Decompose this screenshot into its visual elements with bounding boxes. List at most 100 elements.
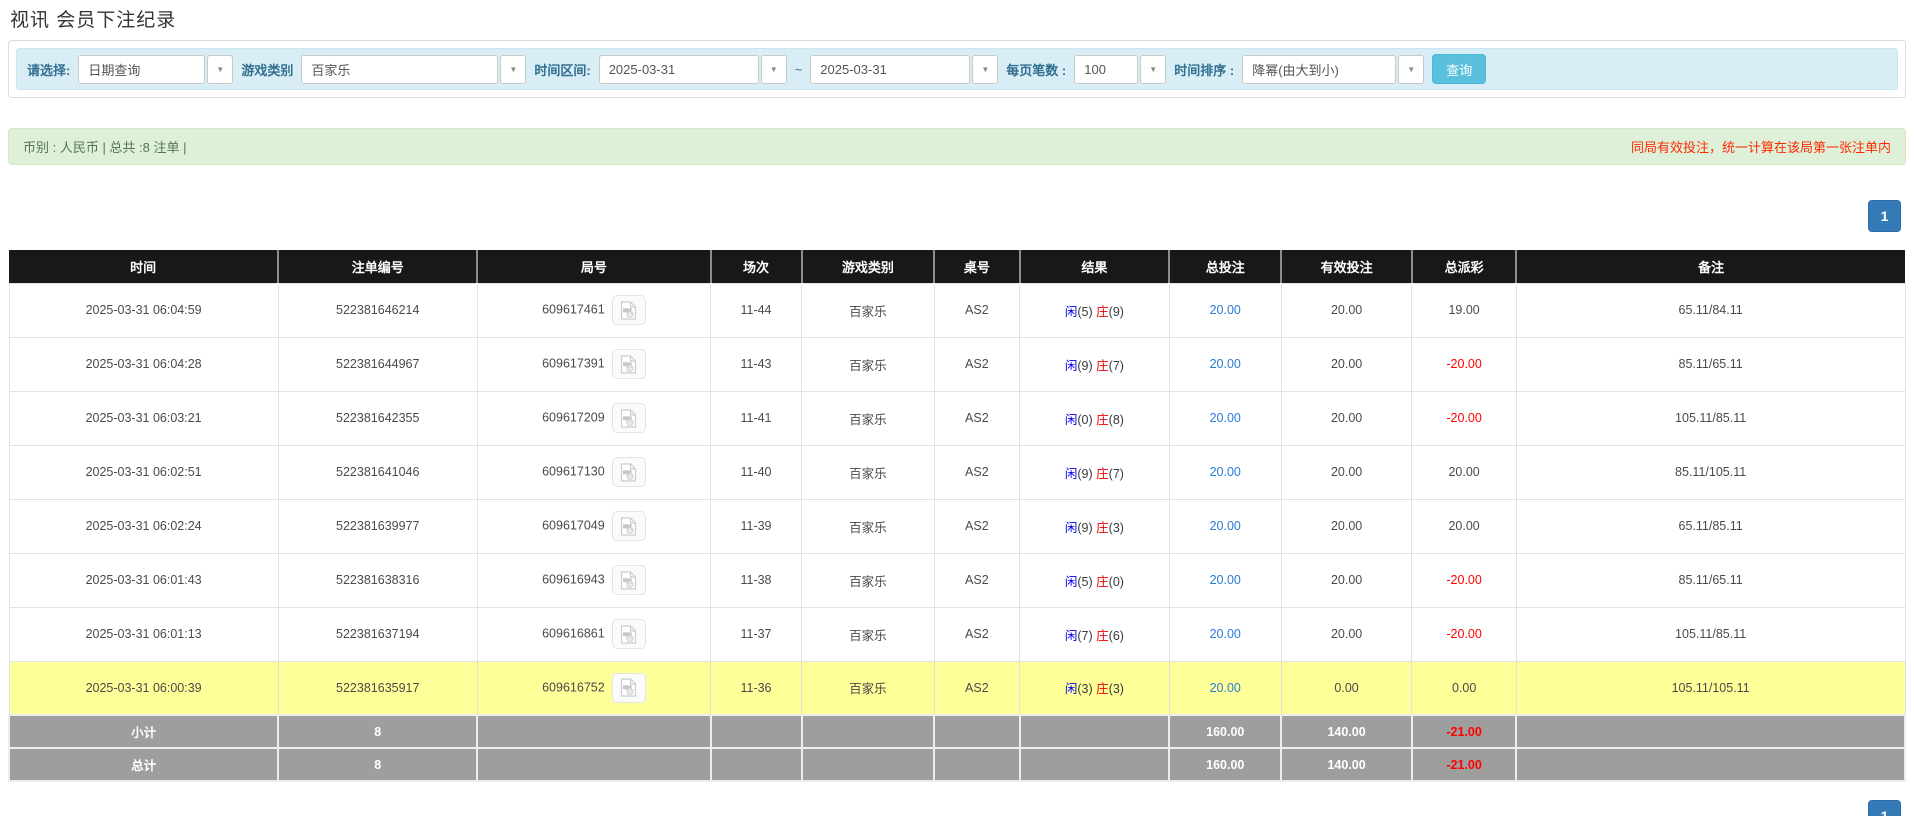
date-from-select[interactable]: 2025-03-31 ▼ xyxy=(599,55,787,84)
result-banker-label: 庄 xyxy=(1096,359,1109,373)
cell-result: 闲(9) 庄(3) xyxy=(1020,499,1170,553)
video-file-icon xyxy=(620,625,637,644)
cell-valid-bet: 20.00 xyxy=(1281,607,1412,661)
result-player-score: (7) xyxy=(1077,629,1092,643)
cell-bet-id: 522381642355 xyxy=(278,391,477,445)
cell-payout: 20.00 xyxy=(1412,445,1516,499)
total-bet-link[interactable]: 20.00 xyxy=(1210,357,1241,371)
result-player-label: 闲 xyxy=(1065,359,1078,373)
cell-table-no: AS2 xyxy=(934,661,1019,715)
cell-valid-bet: 0.00 xyxy=(1281,661,1412,715)
video-replay-button[interactable] xyxy=(612,295,646,325)
cell-result: 闲(3) 庄(3) xyxy=(1020,661,1170,715)
video-replay-button[interactable] xyxy=(612,565,646,595)
total-bet-link[interactable]: 20.00 xyxy=(1210,411,1241,425)
time-sort-select[interactable]: 降幂(由大到小) ▼ xyxy=(1242,55,1424,84)
chevron-down-icon[interactable]: ▼ xyxy=(1140,55,1166,84)
cell-remark: 105.11/105.11 xyxy=(1516,661,1905,715)
chevron-down-icon[interactable]: ▼ xyxy=(1398,55,1424,84)
total-bet-link[interactable]: 20.00 xyxy=(1210,573,1241,587)
total-bet-link[interactable]: 20.00 xyxy=(1210,303,1241,317)
video-file-icon xyxy=(620,409,637,428)
game-type-label: 游戏类别 xyxy=(241,60,293,79)
column-header: 总派彩 xyxy=(1412,250,1516,283)
total-valid-bet: 140.00 xyxy=(1281,748,1412,781)
chevron-down-icon[interactable]: ▼ xyxy=(207,55,233,84)
cell-payout: 0.00 xyxy=(1412,661,1516,715)
chevron-down-icon[interactable]: ▼ xyxy=(500,55,526,84)
result-banker-score: (3) xyxy=(1109,521,1124,535)
cell-result: 闲(5) 庄(9) xyxy=(1020,283,1170,337)
date-to-value: 2025-03-31 xyxy=(810,55,970,84)
cell-time: 2025-03-31 06:03:21 xyxy=(9,391,278,445)
query-type-select[interactable]: 日期查询 ▼ xyxy=(78,55,233,84)
cell-table-no: AS2 xyxy=(934,607,1019,661)
cell-game-type: 百家乐 xyxy=(802,283,935,337)
round-number: 609617049 xyxy=(542,518,605,532)
video-replay-button[interactable] xyxy=(612,403,646,433)
cell-session: 11-43 xyxy=(711,337,802,391)
cell-total-bet: 20.00 xyxy=(1169,445,1281,499)
cell-payout: -20.00 xyxy=(1412,391,1516,445)
video-file-icon xyxy=(620,301,637,320)
result-banker-score: (9) xyxy=(1109,305,1124,319)
column-header: 桌号 xyxy=(934,250,1019,283)
round-number: 609616752 xyxy=(542,680,605,694)
cell-valid-bet: 20.00 xyxy=(1281,391,1412,445)
page-root: 视讯 会员下注纪录 请选择: 日期查询 ▼ 游戏类别 百家乐 ▼ 时间区间: 2… xyxy=(0,0,1914,816)
video-replay-button[interactable] xyxy=(612,457,646,487)
cell-bet-id: 522381646214 xyxy=(278,283,477,337)
cell-bet-id: 522381639977 xyxy=(278,499,477,553)
empty xyxy=(1516,715,1905,748)
empty xyxy=(802,715,935,748)
cell-time: 2025-03-31 06:04:59 xyxy=(9,283,278,337)
round-number: 609616861 xyxy=(542,626,605,640)
column-header: 总投注 xyxy=(1169,250,1281,283)
empty xyxy=(802,748,935,781)
cell-table-no: AS2 xyxy=(934,391,1019,445)
pagination-page-1-bottom[interactable]: 1 xyxy=(1868,800,1901,816)
result-player-label: 闲 xyxy=(1065,305,1078,319)
game-type-select[interactable]: 百家乐 ▼ xyxy=(301,55,526,84)
video-replay-button[interactable] xyxy=(612,349,646,379)
cell-table-no: AS2 xyxy=(934,445,1019,499)
empty xyxy=(477,748,710,781)
chevron-down-icon[interactable]: ▼ xyxy=(761,55,787,84)
currency-total-text: 币别 : 人民币 | 总共 :8 注单 | xyxy=(23,137,187,156)
cell-remark: 85.11/105.11 xyxy=(1516,445,1905,499)
column-header: 结果 xyxy=(1020,250,1170,283)
cell-remark: 85.11/65.11 xyxy=(1516,553,1905,607)
cell-session: 11-40 xyxy=(711,445,802,499)
cell-table-no: AS2 xyxy=(934,283,1019,337)
video-replay-button[interactable] xyxy=(612,619,646,649)
per-page-select[interactable]: 100 ▼ xyxy=(1074,55,1166,84)
subtotal-payout: -21.00 xyxy=(1412,715,1516,748)
cell-table-no: AS2 xyxy=(934,337,1019,391)
result-player-label: 闲 xyxy=(1065,521,1078,535)
video-replay-button[interactable] xyxy=(612,673,646,703)
cell-time: 2025-03-31 06:04:28 xyxy=(9,337,278,391)
result-player-score: (3) xyxy=(1077,682,1092,696)
cell-total-bet: 20.00 xyxy=(1169,607,1281,661)
cell-session: 11-39 xyxy=(711,499,802,553)
query-type-value: 日期查询 xyxy=(78,55,205,84)
chevron-down-icon[interactable]: ▼ xyxy=(972,55,998,84)
date-to-select[interactable]: 2025-03-31 ▼ xyxy=(810,55,998,84)
total-bet-link[interactable]: 20.00 xyxy=(1210,627,1241,641)
cell-round-id: 609617209 xyxy=(477,391,710,445)
result-player-score: (9) xyxy=(1077,467,1092,481)
cell-game-type: 百家乐 xyxy=(802,499,935,553)
total-bet-link[interactable]: 20.00 xyxy=(1210,681,1241,695)
search-button[interactable]: 查询 xyxy=(1432,54,1486,84)
empty xyxy=(711,748,802,781)
cell-payout: 20.00 xyxy=(1412,499,1516,553)
game-type-value: 百家乐 xyxy=(301,55,498,84)
pagination-page-1[interactable]: 1 xyxy=(1868,200,1901,232)
total-bet-link[interactable]: 20.00 xyxy=(1210,465,1241,479)
video-replay-button[interactable] xyxy=(612,511,646,541)
table-row: 2025-03-31 06:03:21 522381642355 6096172… xyxy=(9,391,1905,445)
cell-remark: 65.11/85.11 xyxy=(1516,499,1905,553)
column-header: 时间 xyxy=(9,250,278,283)
total-bet-link[interactable]: 20.00 xyxy=(1210,519,1241,533)
column-header: 备注 xyxy=(1516,250,1905,283)
